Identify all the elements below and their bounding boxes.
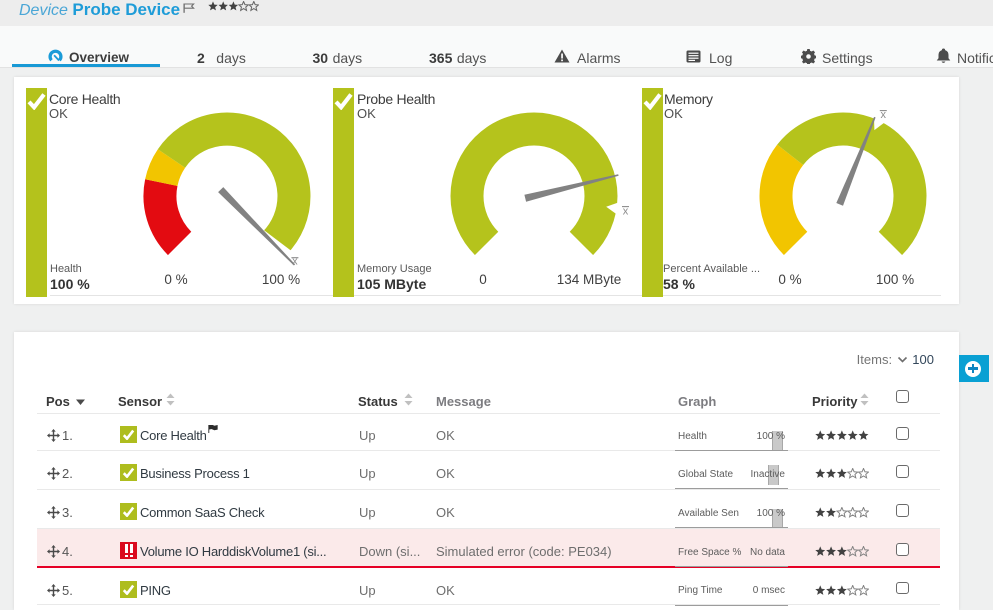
svg-text:x: x	[623, 206, 629, 218]
